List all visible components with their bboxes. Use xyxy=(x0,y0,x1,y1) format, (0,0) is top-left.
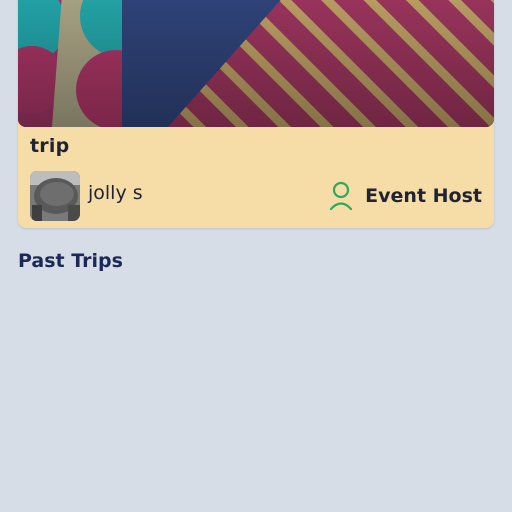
trip-cover-image[interactable] xyxy=(18,0,494,127)
past-trips-heading: Past Trips xyxy=(18,250,123,272)
app-screen: trip jolly s Event Host Past Trips xyxy=(0,0,512,512)
trip-card[interactable]: trip jolly s Event Host xyxy=(18,0,494,228)
host-role-label: Event Host xyxy=(365,185,482,207)
avatar-photo xyxy=(30,171,80,221)
person-outline-icon xyxy=(330,181,353,211)
cover-artwork xyxy=(18,0,494,127)
host-name: jolly s xyxy=(88,182,143,204)
trip-title: trip xyxy=(30,135,70,157)
host-avatar[interactable] xyxy=(30,171,80,221)
host-role: Event Host xyxy=(329,181,482,211)
